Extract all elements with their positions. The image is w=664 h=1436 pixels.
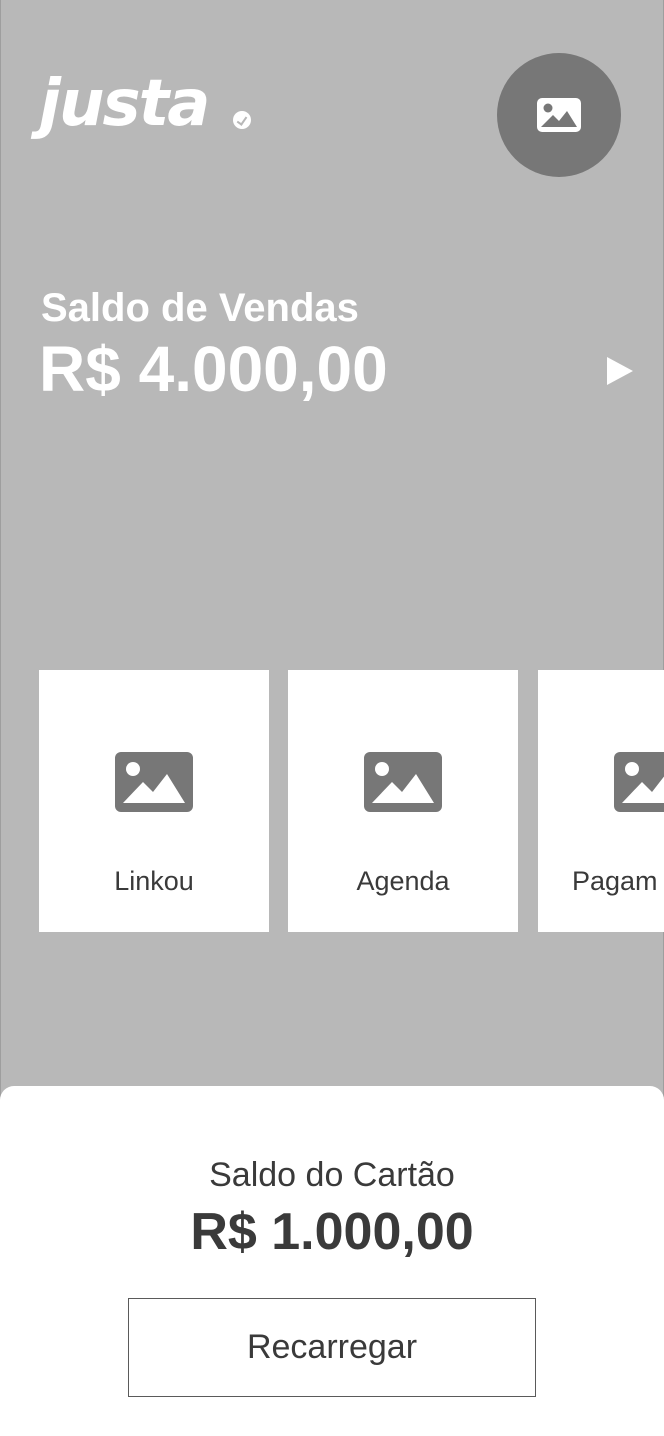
top-panel: justa Saldo de Vendas R$ 4.000,00 Linkou… [0, 0, 664, 1110]
card-balance-label: Saldo do Cartão [209, 1156, 455, 1194]
image-icon [614, 752, 664, 812]
card-balance-value: R$ 1.000,00 [190, 1203, 474, 1261]
image-icon [364, 752, 442, 812]
shortcut-label: Agenda [356, 866, 450, 896]
recharge-button[interactable]: Recarregar [128, 1298, 536, 1397]
play-arrow-icon[interactable] [607, 357, 633, 385]
justa-logo: justa [39, 67, 210, 141]
shortcut-card-linkou[interactable]: Linkou [39, 670, 269, 932]
shortcut-label: Linkou [114, 866, 194, 896]
image-icon [115, 752, 193, 812]
logo-check-icon [233, 111, 251, 129]
card-balance-sheet: Saldo do Cartão R$ 1.000,00 Recarregar [0, 1086, 664, 1436]
shortcut-card-agenda[interactable]: Agenda [288, 670, 518, 932]
profile-avatar-button[interactable] [497, 53, 621, 177]
sales-balance-label: Saldo de Vendas [41, 286, 359, 330]
shortcut-card-pagamentos[interactable]: Pagam [538, 670, 664, 932]
sales-balance-value: R$ 4.000,00 [39, 333, 388, 405]
image-icon [537, 98, 581, 132]
shortcut-label: Pagam [572, 866, 658, 896]
